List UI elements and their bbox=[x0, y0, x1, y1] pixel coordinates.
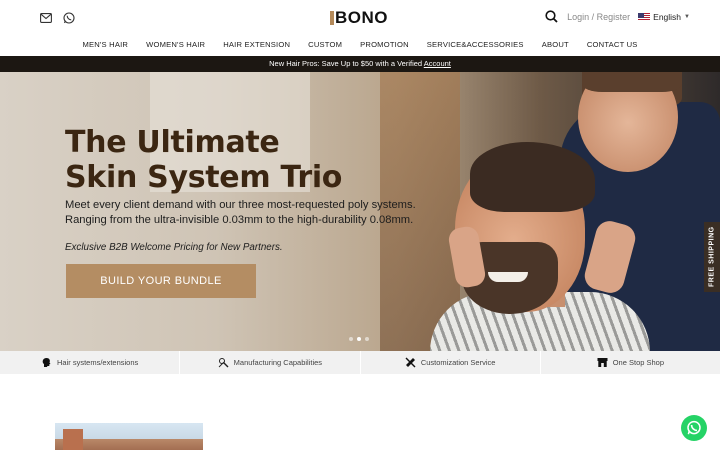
carousel-dot-1[interactable] bbox=[349, 337, 353, 341]
build-bundle-button[interactable]: BUILD YOUR BUNDLE bbox=[66, 264, 256, 298]
whatsapp-icon bbox=[687, 420, 701, 435]
chevron-down-icon: ▼ bbox=[684, 14, 690, 20]
header-actions: Login / Register English ▼ bbox=[545, 10, 690, 24]
nav-item-promotion[interactable]: PROMOTION bbox=[351, 36, 418, 56]
mail-icon[interactable] bbox=[39, 11, 52, 24]
nav-item-mens-hair[interactable]: MEN'S HAIR bbox=[73, 36, 137, 56]
carousel-dot-3[interactable] bbox=[365, 337, 369, 341]
hero-note: Exclusive B2B Welcome Pricing for New Pa… bbox=[65, 242, 283, 253]
language-label: English bbox=[653, 12, 682, 22]
nav-item-hair-extension[interactable]: HAIR EXTENSION bbox=[214, 36, 299, 56]
content-thumbnail-image[interactable] bbox=[55, 423, 203, 450]
language-selector[interactable]: English ▼ bbox=[638, 12, 690, 22]
brand-logo[interactable]: BONO bbox=[330, 8, 388, 28]
feature-label: Customization Service bbox=[420, 358, 496, 367]
main-nav: MEN'S HAIR WOMEN'S HAIR HAIR EXTENSION C… bbox=[0, 36, 720, 56]
login-register-link[interactable]: Login / Register bbox=[567, 12, 630, 22]
hero-banner: The Ultimate Skin System Trio Meet every… bbox=[0, 72, 720, 351]
feature-customization[interactable]: Customization Service bbox=[361, 351, 541, 374]
nav-item-about[interactable]: ABOUT bbox=[533, 36, 578, 56]
feature-label: One Stop Shop bbox=[612, 358, 665, 367]
feature-label: Manufacturing Capabilities bbox=[233, 358, 323, 367]
header: BONO Login / Register English ▼ bbox=[0, 0, 720, 36]
carousel-dots bbox=[349, 337, 369, 341]
search-icon[interactable] bbox=[545, 10, 559, 24]
hero-subtitle: Meet every client demand with our three … bbox=[65, 199, 416, 226]
head-profile-icon bbox=[41, 357, 52, 368]
whatsapp-chat-button[interactable] bbox=[681, 415, 707, 441]
feature-strip: Hair systems/extensions Manufacturing Ca… bbox=[0, 351, 720, 374]
logo-mark bbox=[330, 11, 334, 25]
feature-hair-systems[interactable]: Hair systems/extensions bbox=[0, 351, 181, 374]
logo-text: BONO bbox=[335, 8, 388, 27]
feature-one-stop-shop[interactable]: One Stop Shop bbox=[541, 351, 720, 374]
tools-icon bbox=[218, 357, 229, 368]
nav-item-custom[interactable]: CUSTOM bbox=[299, 36, 351, 56]
feature-label: Hair systems/extensions bbox=[56, 358, 139, 367]
hero-title: The Ultimate Skin System Trio bbox=[65, 125, 343, 195]
whatsapp-icon[interactable] bbox=[62, 11, 75, 24]
promo-account-link[interactable]: Account bbox=[424, 59, 451, 68]
us-flag-icon bbox=[638, 13, 651, 21]
nav-item-contact-us[interactable]: CONTACT US bbox=[578, 36, 647, 56]
store-icon bbox=[597, 357, 608, 368]
free-shipping-tab[interactable]: FREE SHIPPING bbox=[704, 222, 720, 292]
promo-banner: New Hair Pros: Save Up to $50 with a Ver… bbox=[0, 56, 720, 72]
nav-item-service-accessories[interactable]: SERVICE&ACCESSORIES bbox=[418, 36, 533, 56]
nav-item-womens-hair[interactable]: WOMEN'S HAIR bbox=[137, 36, 214, 56]
header-contact-icons bbox=[39, 11, 75, 24]
carousel-dot-2[interactable] bbox=[357, 337, 361, 341]
promo-text: New Hair Pros: Save Up to $50 with a Ver… bbox=[269, 59, 424, 68]
feature-manufacturing[interactable]: Manufacturing Capabilities bbox=[180, 351, 361, 374]
ruler-pencil-icon bbox=[405, 357, 416, 368]
